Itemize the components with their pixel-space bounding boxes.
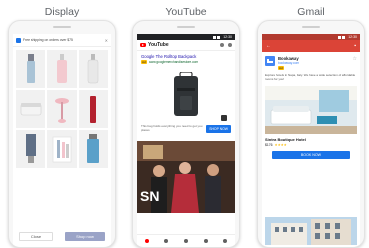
phone-speaker: [302, 26, 320, 28]
battery-icon: [217, 35, 221, 39]
inbox-icon[interactable]: [203, 239, 208, 243]
ad-url: www.googlemerchandisestore.com: [148, 60, 199, 64]
email-header: Bookaway bookaway.com Ad ☆: [262, 52, 360, 72]
cream-jar-image: [20, 103, 41, 116]
expand-icon[interactable]: [221, 115, 227, 121]
sender-block: Bookaway bookaway.com Ad: [278, 56, 350, 70]
backpack-icon: [174, 72, 198, 116]
youtube-screen: 12:30 YouTube Google The Rolltop Backpac…: [137, 34, 235, 247]
svg-text:SN: SN: [140, 188, 159, 204]
product-tile[interactable]: [47, 130, 77, 168]
product-tile[interactable]: [16, 130, 46, 168]
product-tile[interactable]: [16, 90, 46, 128]
hotel-room-image[interactable]: [265, 85, 357, 134]
product-tile[interactable]: [16, 50, 46, 88]
serum-tube-image: [26, 54, 35, 83]
account-icon[interactable]: [228, 43, 232, 47]
close-icon[interactable]: ✕: [105, 38, 108, 43]
room-scene-image: [265, 85, 357, 134]
gmail-screen: 12:30 ← ▪ Bookaway bookaway.com Ad ☆ Exp…: [262, 34, 360, 247]
youtube-ad-card[interactable]: Google The Rolltop Backpack Ad www.googl…: [137, 51, 235, 133]
phone-speaker: [53, 26, 71, 28]
phone-youtube: 12:30 YouTube Google The Rolltop Backpac…: [132, 20, 240, 248]
product-grid: [13, 47, 111, 171]
rating-stars-icon: ★★★★: [274, 142, 287, 147]
library-icon[interactable]: [223, 239, 228, 243]
youtube-header: YouTube: [137, 40, 235, 51]
gift-set-image: [52, 136, 72, 163]
phone-gmail: 12:30 ← ▪ Bookaway bookaway.com Ad ☆ Exp…: [257, 20, 365, 248]
signal-icon: [338, 35, 342, 39]
close-button[interactable]: Close: [19, 232, 53, 241]
panel-title-youtube: YouTube: [165, 6, 207, 18]
product-tile[interactable]: [78, 130, 108, 168]
display-ad-screen: Free shipping on orders over $75 ✕ Close…: [13, 34, 111, 247]
ad-badge: Ad: [278, 66, 284, 70]
listing-title: Sintra Boutique Hotel: [265, 136, 306, 142]
shipping-banner: Free shipping on orders over $75 ✕: [13, 34, 111, 47]
panel-title-gmail: Gmail: [297, 6, 325, 18]
trending-icon[interactable]: [164, 239, 169, 243]
product-tile[interactable]: [47, 90, 77, 128]
listing-price: $176: [265, 142, 273, 147]
subscriptions-icon[interactable]: [183, 239, 188, 243]
youtube-bottom-nav: [137, 234, 235, 247]
gmail-toolbar: ← ▪: [262, 40, 360, 52]
status-time: 12:30: [223, 35, 232, 39]
pink-bottle-image: [56, 54, 67, 83]
battery-icon: [342, 35, 346, 39]
blue-tube-image: [87, 134, 100, 163]
banner-text: Free shipping on orders over $75: [23, 38, 73, 42]
star-icon[interactable]: ☆: [353, 56, 357, 62]
ad-title[interactable]: Google The Rolltop Backpack: [141, 54, 231, 59]
phone-speaker: [177, 26, 195, 28]
book-now-button[interactable]: BOOK NOW: [272, 150, 350, 159]
sender-domain: bookaway.com: [278, 61, 300, 65]
ad-cta-row: This bag holds everything you need to ge…: [141, 125, 231, 133]
delete-icon[interactable]: ▪: [354, 43, 356, 49]
ad-badge: Ad: [141, 60, 147, 64]
red-lipstick-image: [90, 96, 97, 123]
home-icon[interactable]: [144, 239, 149, 243]
ad-description: This bag holds everything you need to ge…: [141, 124, 203, 132]
backpack-image: [141, 67, 231, 123]
youtube-wordmark: YouTube: [148, 42, 169, 48]
back-arrow-icon[interactable]: ←: [266, 43, 271, 49]
bed-icon: [267, 59, 273, 63]
product-tile[interactable]: [78, 90, 108, 128]
listing-price-row: $176 ★★★★: [262, 142, 360, 148]
video-scene-image: SN: [137, 141, 235, 213]
youtube-logo-icon[interactable]: [140, 42, 146, 48]
phone-display: Free shipping on orders over $75 ✕ Close…: [8, 20, 116, 248]
face-roller-image: [54, 98, 69, 123]
search-icon[interactable]: [220, 43, 224, 47]
product-tile[interactable]: [47, 50, 77, 88]
product-tile[interactable]: [78, 50, 108, 88]
ad-source: Ad www.googlemerchandisestore.com: [141, 60, 231, 64]
sender-logo: [265, 56, 275, 66]
panel-title-display: Display: [44, 6, 80, 18]
ad-description: Explore hotels in Napa, Italy. We have a…: [265, 73, 356, 81]
status-time: 12:30: [348, 35, 357, 39]
shop-now-button[interactable]: Shop now: [65, 232, 105, 241]
signal-icon: [213, 35, 217, 39]
display-ad-actions: Close Shop now: [13, 232, 111, 241]
building-scene-image: [265, 217, 357, 245]
ad-label-row: Ad: [278, 66, 350, 70]
building-image[interactable]: [265, 217, 357, 245]
tube-image: [25, 134, 36, 163]
white-bottle-image: [88, 54, 99, 84]
banner-icon: [16, 37, 21, 43]
shop-now-button[interactable]: SHOP NOW: [206, 125, 231, 133]
video-thumbnail[interactable]: SN: [137, 141, 235, 213]
